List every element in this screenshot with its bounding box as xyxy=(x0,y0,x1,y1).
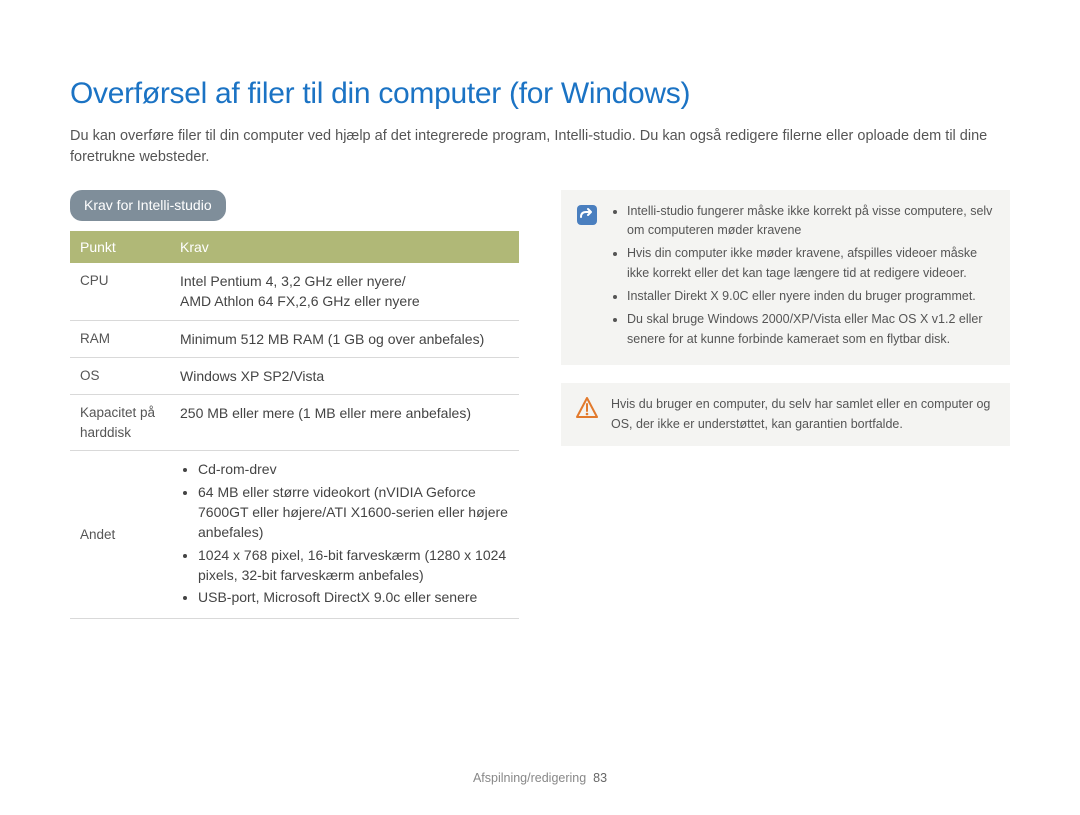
note-item: Intelli-studio fungerer måske ikke korre… xyxy=(627,202,996,241)
warning-icon xyxy=(576,397,598,419)
table-row: CPU Intel Pentium 4, 3,2 GHz eller nyere… xyxy=(70,263,519,320)
cell-value: 250 MB eller mere (1 MB eller mere anbef… xyxy=(170,395,519,451)
intro-text: Du kan overføre filer til din computer v… xyxy=(70,126,1010,168)
list-item: USB-port, Microsoft DirectX 9.0c eller s… xyxy=(198,587,509,607)
table-head-left: Punkt xyxy=(70,231,170,263)
cell-value: Minimum 512 MB RAM (1 GB og over anbefal… xyxy=(170,320,519,357)
cell-value: Intel Pentium 4, 3,2 GHz eller nyere/ AM… xyxy=(170,263,519,320)
left-column: Krav for Intelli-studio Punkt Krav CPU I… xyxy=(70,190,519,619)
note-item: Installer Direkt X 9.0C eller nyere inde… xyxy=(627,287,996,306)
list-item: Cd-rom-drev xyxy=(198,459,509,479)
cell-value: Cd-rom-drev 64 MB eller større videokort… xyxy=(170,451,519,618)
cell-label: Kapacitet på harddisk xyxy=(70,395,170,451)
table-row: OS Windows XP SP2/Vista xyxy=(70,358,519,395)
note-item: Hvis din computer ikke møder kravene, af… xyxy=(627,244,996,283)
table-row: RAM Minimum 512 MB RAM (1 GB og over anb… xyxy=(70,320,519,357)
table-row: Kapacitet på harddisk 250 MB eller mere … xyxy=(70,395,519,451)
list-item: 64 MB eller større videokort (nVIDIA Gef… xyxy=(198,482,509,543)
page-title: Overførsel af filer til din computer (fo… xyxy=(70,72,1010,116)
list-item: 1024 x 768 pixel, 16-bit farveskærm (128… xyxy=(198,545,509,586)
footer-section: Afspilning/redigering xyxy=(473,771,586,785)
cell-label: RAM xyxy=(70,320,170,357)
warning-box: Hvis du bruger en computer, du selv har … xyxy=(561,383,1010,446)
page-footer: Afspilning/redigering 83 xyxy=(0,769,1080,787)
requirements-table: Punkt Krav CPU Intel Pentium 4, 3,2 GHz … xyxy=(70,231,519,619)
note-item: Du skal bruge Windows 2000/XP/Vista elle… xyxy=(627,310,996,349)
note-box: Intelli-studio fungerer måske ikke korre… xyxy=(561,190,1010,366)
table-row: Andet Cd-rom-drev 64 MB eller større vid… xyxy=(70,451,519,618)
footer-page-number: 83 xyxy=(593,771,607,785)
note-icon xyxy=(576,204,598,232)
right-column: Intelli-studio fungerer måske ikke korre… xyxy=(561,190,1010,619)
cell-label: CPU xyxy=(70,263,170,320)
warning-text: Hvis du bruger en computer, du selv har … xyxy=(611,395,996,434)
section-heading: Krav for Intelli-studio xyxy=(70,190,226,221)
cell-value: Windows XP SP2/Vista xyxy=(170,358,519,395)
cell-label: Andet xyxy=(70,451,170,618)
cell-label: OS xyxy=(70,358,170,395)
table-head-right: Krav xyxy=(170,231,519,263)
